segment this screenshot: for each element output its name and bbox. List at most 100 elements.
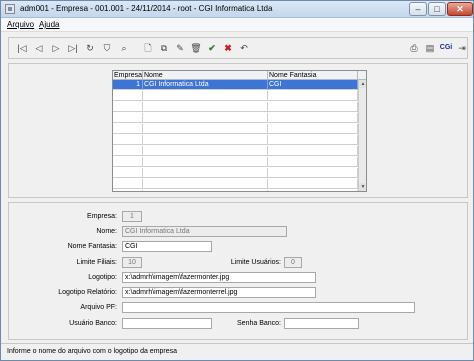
cancel-icon[interactable]: ✖ [221,41,235,55]
title-bar[interactable]: adm001 - Empresa - 001.001 - 24/11/2014 … [1,1,473,18]
usuario-banco-field[interactable] [122,318,212,329]
cell-nome-fantasia [268,168,358,178]
cell-nome-fantasia [268,102,358,112]
cell-empresa [113,168,143,178]
logotipo-relatorio-field[interactable]: x:\admrh\imagem\fazermonterrel.jpg [122,287,316,298]
limite-filiais-label: Limite Filiais: [76,259,117,266]
scroll-down-icon[interactable]: ▼ [359,183,366,191]
logotipo-field[interactable]: x:\admrh\imagem\fazermonter.jpg [122,272,316,283]
column-header-nome-fantasia[interactable]: Nome Fantasia [268,71,358,80]
table-row[interactable]: 1 CGI Informatica Ltda CGI [113,80,358,90]
minimize-button[interactable]: – [409,2,427,16]
cell-nome-fantasia [268,190,358,191]
menu-arquivo[interactable]: Arquivo [7,20,34,29]
senha-banco-label: Senha Banco: [237,320,281,327]
table-row[interactable] [113,157,358,167]
cell-empresa [113,102,143,112]
scroll-up-icon[interactable]: ▲ [359,80,366,88]
cell-nome [143,179,268,189]
confirm-icon[interactable]: ✔ [205,41,219,55]
cell-nome [143,135,268,145]
books-icon[interactable]: ▤ [423,41,437,55]
cell-nome [143,168,268,178]
previous-record-icon[interactable]: ◁ [32,41,46,55]
cell-empresa [113,146,143,156]
cell-empresa [113,157,143,167]
company-grid[interactable]: Empresa Nome Nome Fantasia 1 CGI Informat… [112,70,367,192]
menu-ajuda[interactable]: Ajuda [39,20,59,29]
empresa-field: 1 [122,211,142,222]
exit-icon[interactable]: ⇥ [455,41,469,55]
status-bar: Informe o nome do arquivo com o logotipo… [1,343,473,360]
senha-banco-field[interactable] [284,318,359,329]
toolbar: |◁ ◁ ▷ ▷| ↻ ⛉ ⌕ 🗋 ⧉ ✎ 🗑 ✔ ✖ ↶ ⎙ ▤ CGi ⇥ [8,37,468,59]
table-row[interactable] [113,146,358,156]
cell-nome-fantasia [268,113,358,123]
cell-nome-fantasia [268,179,358,189]
table-row[interactable] [113,168,358,178]
cell-nome [143,190,268,191]
cell-nome [143,157,268,167]
cell-nome [143,146,268,156]
table-row[interactable] [113,179,358,189]
table-row[interactable] [113,102,358,112]
cell-nome [143,91,268,101]
cell-empresa [113,179,143,189]
copy-record-icon[interactable]: ⧉ [157,41,171,55]
cell-nome [143,113,268,123]
nome-fantasia-field[interactable]: CGI [122,241,212,252]
grid-scrollbar[interactable]: ▲ ▼ [358,80,366,191]
filter-icon[interactable]: ⛉ [100,41,114,55]
table-row[interactable] [113,190,358,191]
form-panel: Empresa: 1 Nome: CGI Informatica Ltda No… [8,202,468,340]
table-row[interactable] [113,124,358,134]
cell-empresa [113,113,143,123]
cell-nome-fantasia [268,91,358,101]
cell-nome-fantasia: CGI [268,80,358,90]
table-row[interactable] [113,113,358,123]
cell-empresa: 1 [113,80,143,90]
cell-empresa [113,124,143,134]
delete-record-icon[interactable]: 🗑 [189,41,203,55]
print-icon[interactable]: ⎙ [407,41,421,55]
window-title: adm001 - Empresa - 001.001 - 24/11/2014 … [20,4,273,13]
column-header-empresa[interactable]: Empresa [113,71,143,80]
next-record-icon[interactable]: ▷ [49,41,63,55]
maximize-button[interactable]: □ [428,2,446,16]
logotipo-relatorio-label: Logotipo Relatório: [58,289,117,296]
undo-icon[interactable]: ↶ [237,41,251,55]
new-record-icon[interactable]: 🗋 [141,41,155,55]
nome-label: Nome: [96,228,117,235]
empresa-label: Empresa: [87,213,117,220]
cell-nome: CGI Informatica Ltda [143,80,268,90]
cell-nome [143,124,268,134]
cell-empresa [113,91,143,101]
app-icon[interactable] [5,4,15,14]
search-icon[interactable]: ⌕ [117,41,131,55]
application-window: adm001 - Empresa - 001.001 - 24/11/2014 … [0,0,474,361]
refresh-icon[interactable]: ↻ [83,41,97,55]
cell-nome-fantasia [268,124,358,134]
cell-nome-fantasia [268,157,358,167]
cell-empresa [113,190,143,191]
grid-header: Empresa Nome Nome Fantasia [113,71,366,80]
limite-usuarios-field: 0 [284,257,302,268]
cgi-logo-icon[interactable]: CGi [438,41,454,55]
table-row[interactable] [113,91,358,101]
cell-nome-fantasia [268,146,358,156]
close-button[interactable]: ✕ [447,2,473,16]
edit-record-icon[interactable]: ✎ [173,41,187,55]
limite-usuarios-label: Limite Usuários: [230,259,281,266]
cell-nome-fantasia [268,135,358,145]
limite-filiais-field: 10 [122,257,142,268]
status-message: Informe o nome do arquivo com o logotipo… [7,348,178,355]
column-header-nome[interactable]: Nome [143,71,268,80]
nome-field: CGI Informatica Ltda [122,226,287,237]
menu-bar: Arquivo Ajuda [1,18,473,32]
table-row[interactable] [113,135,358,145]
nome-fantasia-label: Nome Fantasia: [67,243,117,250]
first-record-icon[interactable]: |◁ [15,41,29,55]
arquivo-pf-field[interactable] [122,302,415,313]
arquivo-pf-label: Arquivo PF: [80,304,117,311]
last-record-icon[interactable]: ▷| [66,41,80,55]
